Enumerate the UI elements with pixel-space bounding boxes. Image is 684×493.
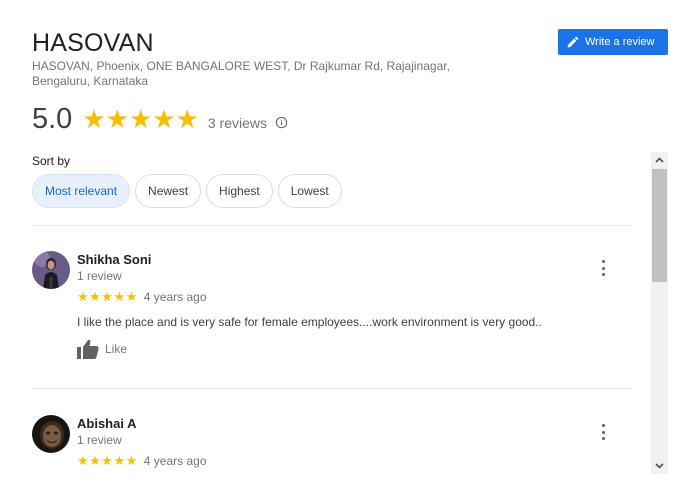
more-options-icon[interactable] [598, 260, 608, 276]
review-item: Abishai A 1 review ★★★★★ 4 years ago [32, 415, 632, 475]
review-count[interactable]: 3 reviews [208, 115, 267, 131]
review-date: 4 years ago [143, 290, 207, 304]
reviewer-review-count: 1 review [77, 269, 122, 283]
review-stars: ★★★★★ [77, 289, 138, 304]
sort-chips: Most relevant Newest Highest Lowest [32, 174, 347, 208]
review-text: I like the place and is very safe for fe… [77, 315, 542, 329]
divider [32, 388, 632, 389]
divider [32, 225, 632, 226]
like-label: Like [105, 342, 128, 356]
rating-summary: 5.0 ★★★★★ 3 reviews [32, 103, 288, 136]
info-icon[interactable] [275, 116, 288, 129]
write-review-button[interactable]: Write a review [558, 29, 668, 55]
avatar[interactable] [32, 251, 70, 289]
reviewer-review-count: 1 review [77, 433, 122, 447]
sort-chip-newest[interactable]: Newest [135, 174, 202, 208]
place-title: HASOVAN [32, 29, 154, 57]
write-review-label: Write a review [585, 36, 655, 48]
scroll-up-arrow-icon[interactable] [651, 152, 668, 168]
pencil-icon [567, 36, 579, 48]
avatar[interactable] [32, 415, 70, 453]
rating-value: 5.0 [32, 103, 73, 135]
thumbs-up-icon [77, 339, 99, 359]
like-button[interactable]: Like [77, 339, 127, 359]
sort-chip-lowest[interactable]: Lowest [277, 174, 342, 208]
scroll-thumb[interactable] [652, 169, 667, 282]
sort-label: Sort by [32, 154, 71, 168]
place-address: HASOVAN, Phoenix, ONE BANGALORE WEST, Dr… [32, 59, 450, 88]
reviewer-name[interactable]: Shikha Soni [77, 252, 151, 267]
more-options-icon[interactable] [598, 424, 608, 440]
review-date: 4 years ago [143, 454, 207, 468]
sort-chip-highest[interactable]: Highest [206, 174, 273, 208]
scroll-down-arrow-icon[interactable] [651, 458, 668, 474]
reviews-scrollbar[interactable] [651, 152, 668, 474]
review-stars: ★★★★★ [77, 453, 138, 468]
reviewer-name[interactable]: Abishai A [77, 416, 136, 431]
sort-chip-most-relevant[interactable]: Most relevant [32, 174, 131, 208]
review-item: Shikha Soni 1 review ★★★★★ 4 years ago I… [32, 251, 632, 371]
rating-stars: ★★★★★ [82, 104, 199, 134]
